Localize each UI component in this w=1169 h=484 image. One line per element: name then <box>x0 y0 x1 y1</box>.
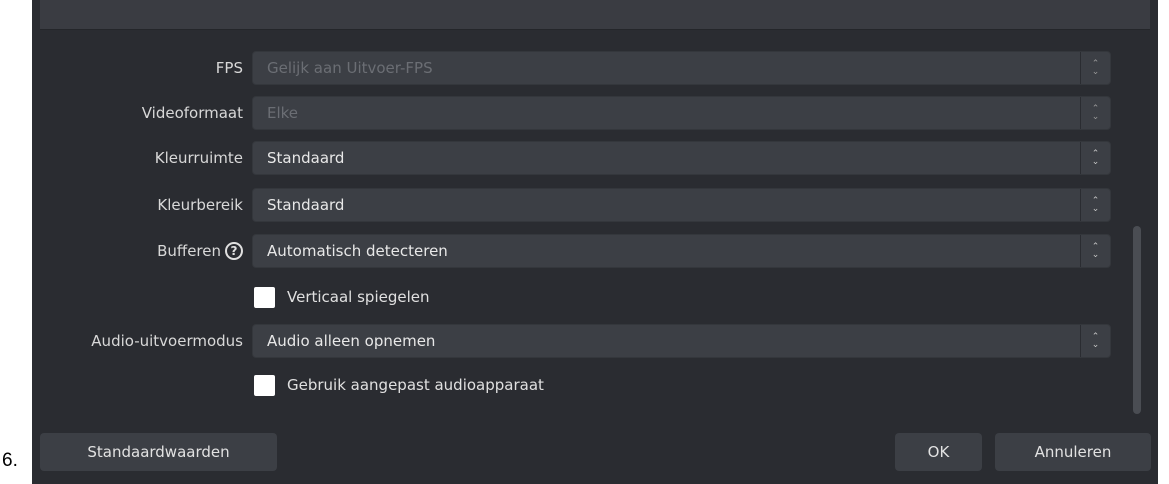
flip-vertical-label: Verticaal spiegelen <box>287 288 430 306</box>
cancel-button[interactable]: Annuleren <box>995 433 1151 471</box>
spin-arrows-icon: ⌃ ⌄ <box>1080 97 1110 129</box>
flip-vertical-checkbox[interactable] <box>254 286 275 308</box>
videoformat-label: Videoformaat <box>141 104 243 122</box>
scrollbar-thumb[interactable] <box>1133 226 1141 414</box>
properties-dialog: FPS Gelijk aan Uitvoer-FPS ⌃ ⌄ Videoforma… <box>32 0 1158 484</box>
spin-arrows-icon: ⌃ ⌄ <box>1080 235 1110 267</box>
audio-output-label: Audio-uitvoermodus <box>91 332 243 350</box>
spin-arrows-icon: ⌃ ⌄ <box>1080 189 1110 221</box>
top-panel-edge <box>40 0 1150 30</box>
videoformat-value: Elke <box>267 104 299 122</box>
audio-output-value: Audio alleen opnemen <box>267 332 436 350</box>
videoformat-row: Videoformaat Elke ⌃ ⌄ <box>32 96 1117 130</box>
audio-output-select[interactable]: Audio alleen opnemen ⌃ ⌄ <box>252 324 1111 358</box>
spin-arrows-icon: ⌃ ⌄ <box>1080 52 1110 84</box>
colorspace-select[interactable]: Standaard ⌃ ⌄ <box>252 141 1111 175</box>
spin-arrows-icon: ⌃ ⌄ <box>1080 142 1110 174</box>
colorrange-row: Kleurbereik Standaard ⌃ ⌄ <box>32 188 1117 222</box>
buffering-select[interactable]: Automatisch detecteren ⌃ ⌄ <box>252 234 1111 268</box>
fps-row: FPS Gelijk aan Uitvoer-FPS ⌃ ⌄ <box>32 51 1117 85</box>
spin-arrows-icon: ⌃ ⌄ <box>1080 325 1110 357</box>
colorspace-row: Kleurruimte Standaard ⌃ ⌄ <box>32 141 1117 175</box>
step-number: 6. <box>2 450 18 471</box>
flip-vertical-option[interactable]: Verticaal spiegelen <box>254 284 430 310</box>
buffering-row: Bufferen? Automatisch detecteren ⌃ ⌄ <box>32 234 1117 268</box>
fps-value: Gelijk aan Uitvoer-FPS <box>267 59 433 77</box>
help-icon[interactable]: ? <box>225 242 243 260</box>
fps-select[interactable]: Gelijk aan Uitvoer-FPS ⌃ ⌄ <box>252 51 1111 85</box>
colorrange-value: Standaard <box>267 196 345 214</box>
videoformat-select[interactable]: Elke ⌃ ⌄ <box>252 96 1111 130</box>
defaults-button[interactable]: Standaardwaarden <box>40 433 277 471</box>
custom-audio-device-checkbox[interactable] <box>254 374 275 396</box>
colorrange-label: Kleurbereik <box>157 196 243 214</box>
buffering-label: Bufferen <box>157 242 221 260</box>
custom-audio-device-label: Gebruik aangepast audioapparaat <box>287 376 544 394</box>
buffering-value: Automatisch detecteren <box>267 242 448 260</box>
colorspace-value: Standaard <box>267 149 345 167</box>
fps-label: FPS <box>215 59 243 77</box>
ok-button[interactable]: OK <box>895 433 982 471</box>
custom-audio-device-option[interactable]: Gebruik aangepast audioapparaat <box>254 372 544 398</box>
audio-output-row: Audio-uitvoermodus Audio alleen opnemen … <box>32 324 1117 358</box>
buffering-label-wrap: Bufferen? <box>157 234 243 268</box>
colorspace-label: Kleurruimte <box>154 149 243 167</box>
colorrange-select[interactable]: Standaard ⌃ ⌄ <box>252 188 1111 222</box>
